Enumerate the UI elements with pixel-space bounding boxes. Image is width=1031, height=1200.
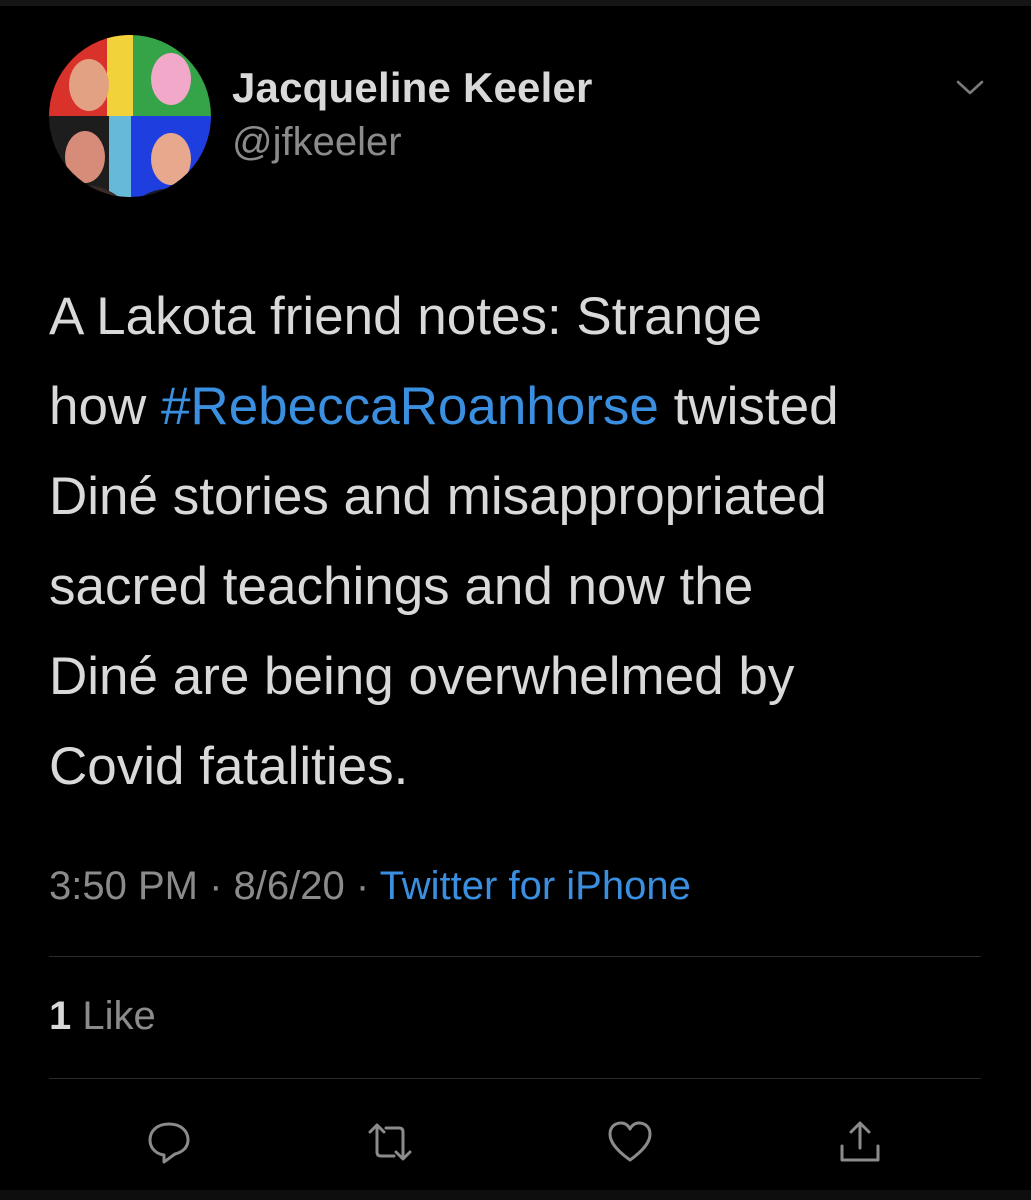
top-rule — [0, 0, 1031, 6]
tweet-source-link[interactable]: Twitter for iPhone — [380, 864, 691, 908]
tweet-text-segment: twisted — [658, 377, 839, 436]
like-label: Like — [82, 994, 156, 1038]
avatar[interactable] — [49, 35, 211, 197]
likes-count-link[interactable]: 1 Like — [49, 994, 156, 1039]
tweet-text-segment: Diné are being overwhelmed by — [49, 647, 795, 706]
divider — [49, 956, 981, 957]
reply-icon[interactable] — [145, 1118, 193, 1166]
tweet-line: Diné stories and misappropriated — [49, 452, 989, 542]
tweet-line: how #RebeccaRoanhorse twisted — [49, 362, 989, 452]
avatar-image — [49, 35, 211, 197]
tweet-meta: 3:50 PM · 8/6/20 · Twitter for iPhone — [49, 864, 691, 909]
share-icon[interactable] — [836, 1118, 884, 1166]
tweet-text-segment: how — [49, 377, 161, 436]
meta-separator: · — [344, 864, 380, 908]
bottom-rule — [0, 1190, 1031, 1200]
chevron-down-icon[interactable] — [952, 76, 988, 100]
tweet-line: sacred teachings and now the — [49, 542, 989, 632]
tweet-text-segment: Covid fatalities. — [49, 737, 409, 796]
divider — [49, 1078, 981, 1079]
tweet-line: A Lakota friend notes: Strange — [49, 272, 989, 362]
tweet-text-segment: sacred teachings and now the — [49, 557, 754, 616]
tweet-text-segment: Diné stories and misappropriated — [49, 467, 827, 526]
tweet-time[interactable]: 3:50 PM — [49, 864, 198, 908]
tweet-line: Covid fatalities. — [49, 722, 989, 812]
meta-separator: · — [197, 864, 234, 908]
tweet-text-segment: A Lakota friend notes: Strange — [49, 287, 763, 346]
retweet-icon[interactable] — [366, 1118, 414, 1166]
tweet-date[interactable]: 8/6/20 — [234, 864, 345, 908]
like-count: 1 — [49, 994, 72, 1038]
display-name[interactable]: Jacqueline Keeler — [232, 64, 593, 112]
heart-icon[interactable] — [606, 1118, 654, 1166]
tweet-line: Diné are being overwhelmed by — [49, 632, 989, 722]
user-handle[interactable]: @jfkeeler — [232, 120, 402, 165]
tweet-text: A Lakota friend notes: Strange how #Rebec… — [49, 272, 989, 812]
hashtag-link[interactable]: #RebeccaRoanhorse — [161, 377, 659, 436]
